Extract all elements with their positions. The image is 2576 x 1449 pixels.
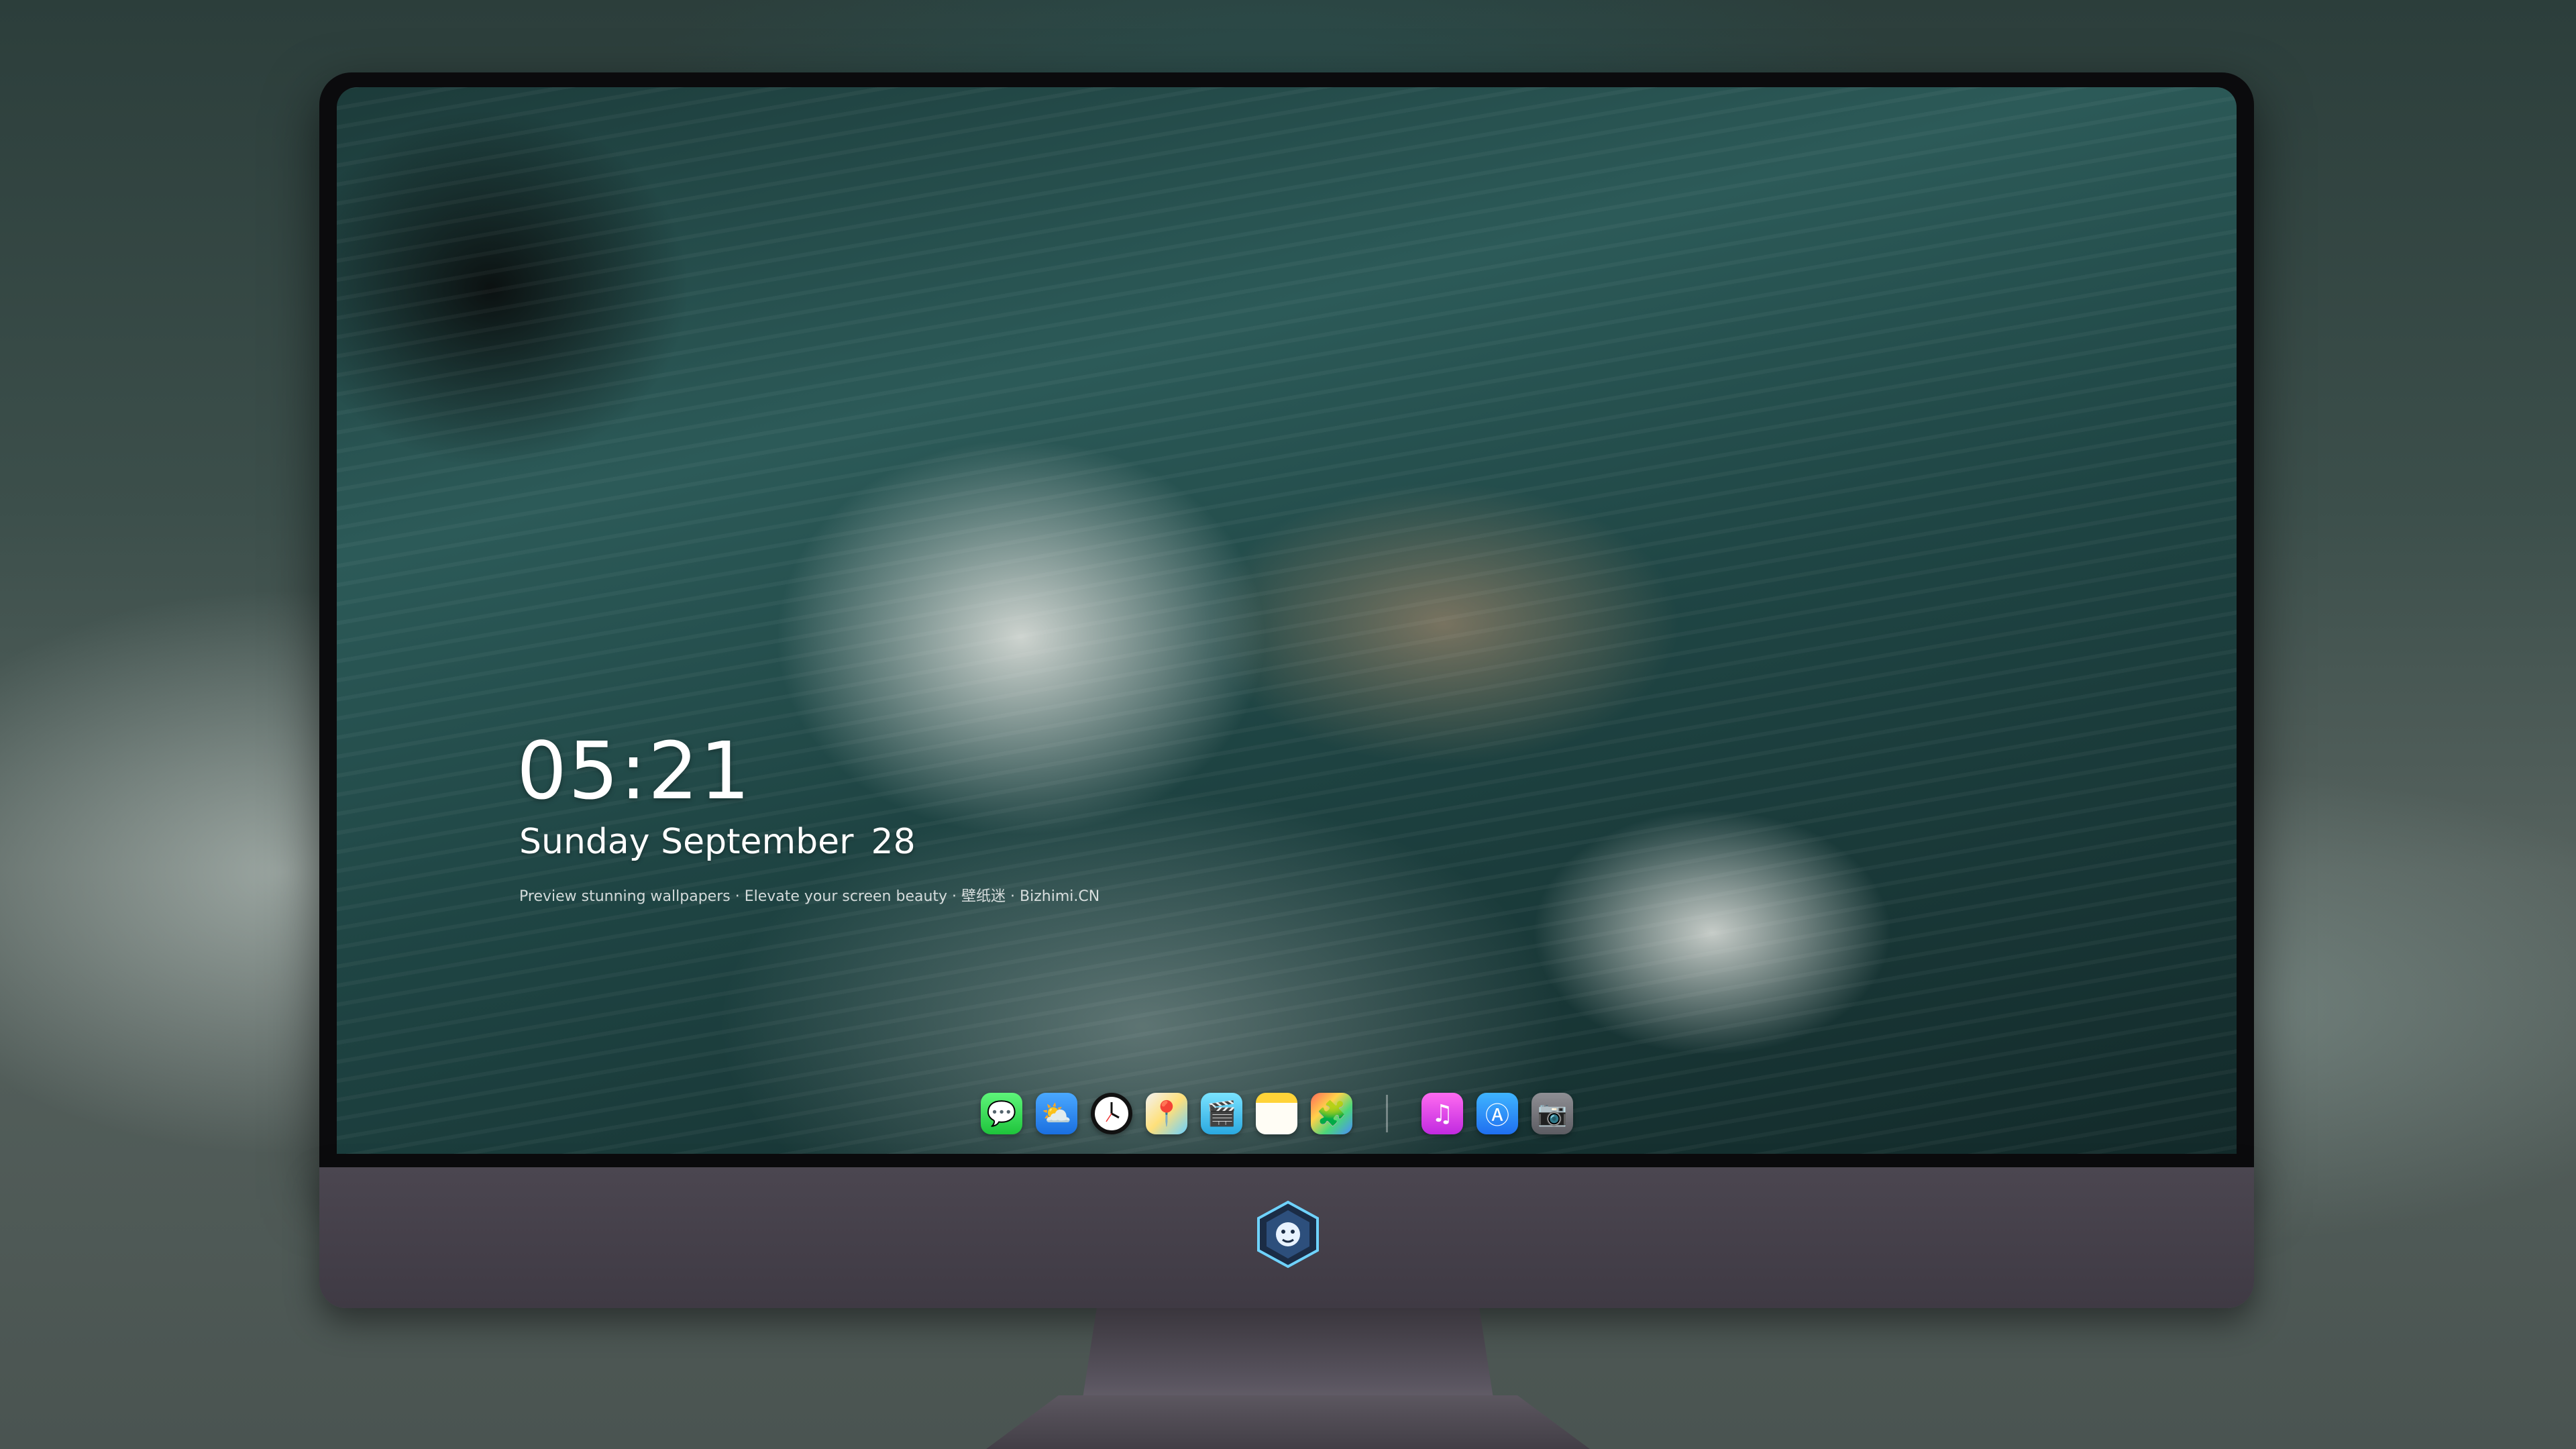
- maps-icon[interactable]: 📍: [1146, 1093, 1187, 1134]
- lock-clock: 05:21: [517, 724, 752, 817]
- video-editor-icon[interactable]: 🎬: [1201, 1093, 1242, 1134]
- camera-icon[interactable]: 📷: [1532, 1093, 1573, 1134]
- clock-icon[interactable]: [1091, 1093, 1132, 1134]
- lock-date-day: 28: [871, 822, 916, 862]
- messages-icon[interactable]: 💬: [981, 1093, 1022, 1134]
- wallpaper-tagline: Preview stunning wallpapers · Elevate yo…: [519, 888, 1100, 905]
- app-store-icon[interactable]: Ⓐ: [1477, 1093, 1518, 1134]
- dock-separator: [1386, 1095, 1388, 1132]
- music-icon[interactable]: ♫: [1421, 1093, 1463, 1134]
- lock-date-weekday-month: Sunday September: [519, 822, 854, 862]
- brand-logo-icon: [1253, 1199, 1323, 1269]
- dock: 💬 ⛅ 📍 🎬 🧩 ♫ Ⓐ 📷: [981, 1087, 1573, 1140]
- photos-icon[interactable]: 🧩: [1311, 1093, 1352, 1134]
- monitor-stand-base: [986, 1395, 1590, 1449]
- desktop-background: 05:21 Sunday September 28 Preview stunnin…: [0, 0, 2576, 1449]
- lock-date: Sunday September 28: [519, 822, 916, 862]
- notes-icon[interactable]: [1256, 1093, 1297, 1134]
- lock-screen[interactable]: 05:21 Sunday September 28 Preview stunnin…: [337, 87, 2237, 1154]
- weather-icon[interactable]: ⛅: [1036, 1093, 1077, 1134]
- clock-face-icon: [1095, 1097, 1128, 1130]
